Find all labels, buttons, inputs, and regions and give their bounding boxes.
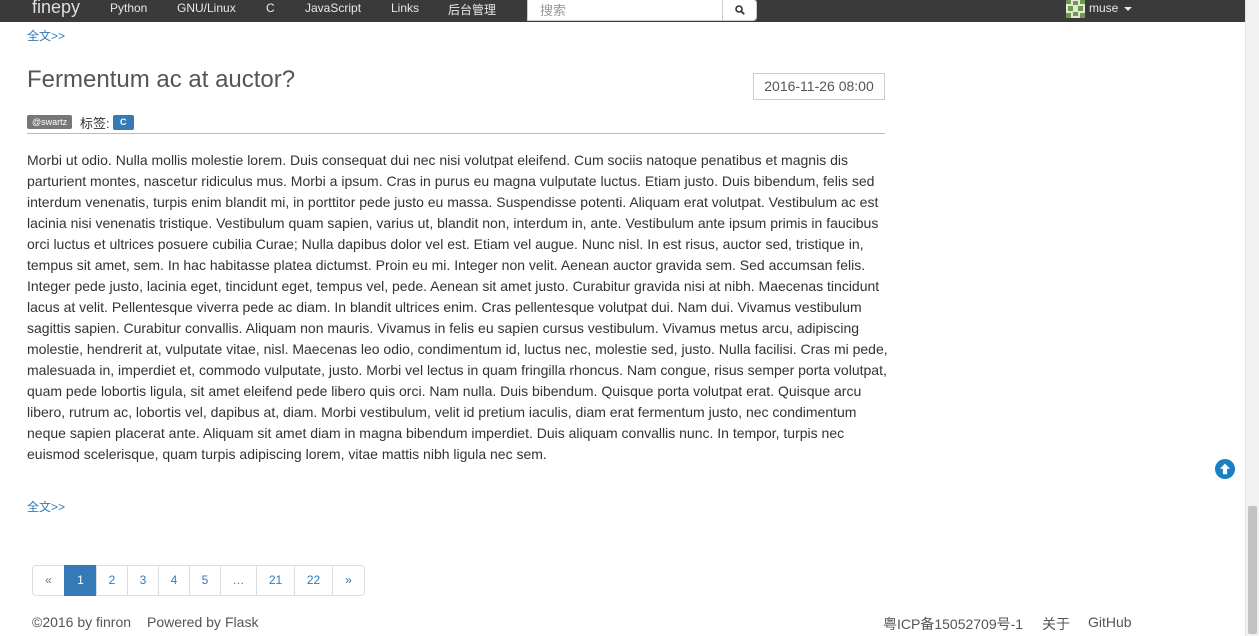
pagination-ellipsis: …: [220, 565, 257, 596]
user-menu-toggle[interactable]: muse: [1089, 1, 1118, 15]
pagination-page-4[interactable]: 4: [158, 565, 190, 596]
nav-link-python[interactable]: Python: [110, 1, 147, 15]
pagination-page-22[interactable]: 22: [294, 565, 333, 596]
pagination-prev[interactable]: «: [32, 565, 65, 596]
footer-flask-link[interactable]: Flask: [225, 614, 258, 630]
caret-down-icon[interactable]: [1124, 7, 1132, 11]
pagination-page-5[interactable]: 5: [189, 565, 221, 596]
footer-github-link[interactable]: GitHub: [1088, 614, 1132, 630]
nav-link-javascript[interactable]: JavaScript: [305, 1, 361, 15]
nav-link-links[interactable]: Links: [391, 1, 419, 15]
read-more-link-previous[interactable]: 全文>>: [27, 27, 65, 44]
pagination-page-1[interactable]: 1: [64, 565, 97, 596]
post-title[interactable]: Fermentum ac at auctor?: [27, 66, 295, 94]
post-header-divider: [27, 133, 885, 134]
author-badge[interactable]: @swartz: [27, 115, 73, 129]
user-avatar[interactable]: [1066, 0, 1085, 18]
footer-about-link[interactable]: 关于: [1042, 614, 1070, 634]
nav-link-gnu-linux[interactable]: GNU/Linux: [177, 1, 236, 15]
tags-label: 标签:: [80, 116, 110, 131]
search-input[interactable]: [527, 0, 723, 21]
post-body: Morbi ut odio. Nulla mollis molestie lor…: [27, 152, 888, 462]
footer-copyright: ©2016 by: [32, 614, 93, 630]
arrow-up-circle-icon[interactable]: [1215, 459, 1235, 479]
footer-author-link[interactable]: finron: [96, 614, 131, 630]
page-scrollbar[interactable]: [1245, 0, 1259, 636]
tag-badge-c[interactable]: C: [113, 115, 134, 130]
pagination: « 1 2 3 4 5 … 21 22 »: [32, 565, 365, 596]
nav-link-admin[interactable]: 后台管理: [448, 1, 496, 18]
search-icon: [735, 5, 745, 15]
pagination-next[interactable]: »: [332, 565, 365, 596]
footer-powered-by: Powered by: [147, 614, 221, 630]
pagination-page-2[interactable]: 2: [96, 565, 128, 596]
post-date: 2016-11-26 08:00: [753, 73, 885, 100]
top-navbar: finepy Python GNU/Linux C JavaScript Lin…: [0, 0, 1245, 22]
pagination-page-21[interactable]: 21: [256, 565, 295, 596]
read-more-link[interactable]: 全文>>: [27, 498, 65, 515]
brand-logo[interactable]: finepy: [32, 0, 80, 18]
scrollbar-thumb[interactable]: [1248, 506, 1257, 634]
identicon-avatar-icon: [1066, 0, 1085, 18]
footer-icp: 粤ICP备15052709号-1: [883, 616, 1024, 632]
pagination-page-3[interactable]: 3: [127, 565, 159, 596]
search-button[interactable]: [722, 0, 757, 21]
nav-link-c[interactable]: C: [266, 1, 275, 15]
